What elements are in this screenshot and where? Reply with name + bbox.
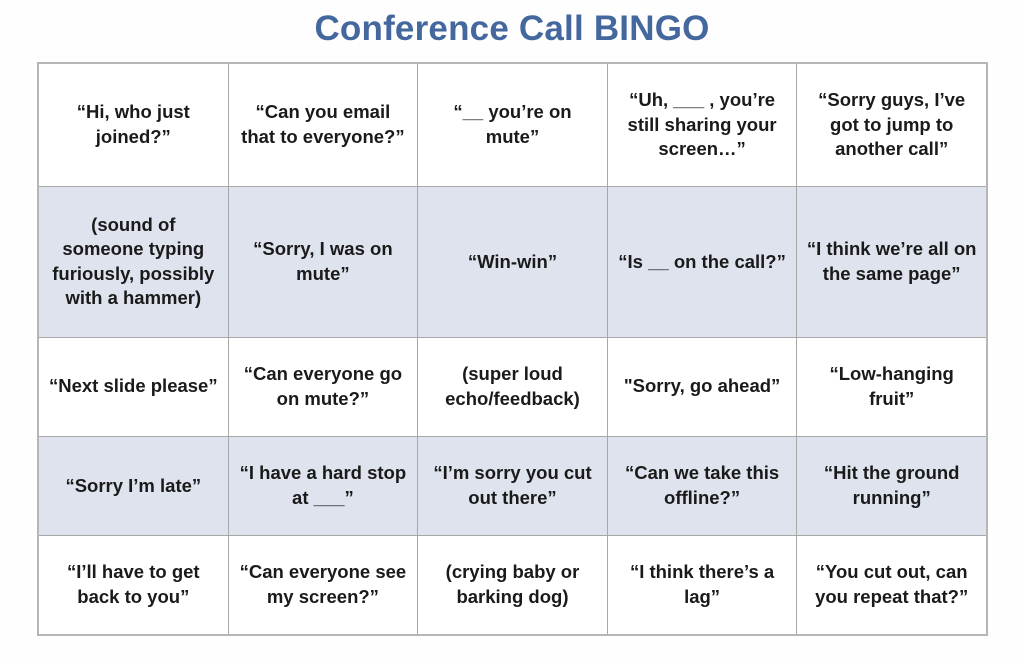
bingo-row-2: (sound of someone typing furiously, poss… — [39, 187, 986, 338]
bingo-cell-r5c2[interactable]: “Can everyone see my screen?” — [228, 535, 419, 634]
bingo-cell-r3c2[interactable]: “Can everyone go on mute?” — [228, 337, 419, 437]
bingo-cell-label: “I’ll have to get back to you” — [66, 561, 200, 607]
bingo-cell-r1c2[interactable]: “Can you email that to everyone?” — [228, 64, 419, 188]
bingo-cell-label: “Sorry I’m late” — [65, 474, 202, 496]
bingo-cell-label: “Low-hanging fruit” — [829, 363, 954, 409]
bingo-cell-r4c1[interactable]: “Sorry I’m late” — [39, 436, 229, 536]
bingo-cell-r1c1[interactable]: “Hi, who just joined?” — [39, 64, 229, 188]
bingo-cell-r4c5[interactable]: “Hit the ground running” — [797, 436, 986, 536]
bingo-cell-label: “Can everyone go on mute?” — [243, 363, 403, 409]
bingo-cell-label: “Can everyone see my screen?” — [239, 561, 407, 607]
bingo-cell-label: “Hi, who just joined?” — [76, 101, 190, 148]
page-title: Conference Call BINGO — [314, 9, 710, 48]
bingo-cell-r1c5[interactable]: “Sorry guys, I’ve got to jump to another… — [797, 64, 986, 188]
bingo-cell-label: “__ you’re on mute” — [453, 101, 572, 148]
bingo-cell-label: “Next slide please” — [48, 375, 218, 397]
bingo-row-1: “Hi, who just joined?” “Can you email th… — [39, 64, 986, 188]
bingo-cell-r1c3[interactable]: “__ you’re on mute” — [418, 64, 608, 188]
bingo-cell-r1c4[interactable]: “Uh, ___ , you’re still sharing your scr… — [607, 64, 798, 188]
bingo-cell-label: “Uh, ___ , you’re still sharing your scr… — [627, 89, 777, 160]
bingo-cell-r2c4[interactable]: “Is __ on the call?” — [607, 187, 798, 338]
bingo-cell-r2c5[interactable]: “I think we’re all on the same page” — [797, 187, 986, 338]
bingo-cell-r4c4[interactable]: “Can we take this offline?” — [607, 436, 798, 536]
bingo-cell-label: “I’m sorry you cut out there” — [433, 462, 592, 508]
bingo-cell-label: “Can you email that to everyone?” — [241, 101, 405, 148]
bingo-cell-r2c1[interactable]: (sound of someone typing furiously, poss… — [39, 187, 229, 338]
bingo-cell-label: “Win-win” — [467, 250, 558, 272]
bingo-cell-r4c3[interactable]: “I’m sorry you cut out there” — [418, 436, 608, 536]
bingo-cell-label: (super loud echo/feedback) — [445, 363, 580, 409]
bingo-cell-label: “You cut out, can you repeat that?” — [815, 561, 969, 607]
bingo-row-5: “I’ll have to get back to you” “Can ever… — [39, 535, 986, 634]
bingo-cell-r4c2[interactable]: “I have a hard stop at ___” — [228, 436, 419, 536]
bingo-cell-r5c3[interactable]: (crying baby or barking dog) — [418, 535, 608, 634]
bingo-cell-label: “Sorry, I was on mute” — [253, 238, 393, 284]
bingo-cell-r3c5[interactable]: “Low-hanging fruit” — [797, 337, 986, 437]
bingo-cell-label: “Sorry guys, I’ve got to jump to another… — [818, 89, 966, 160]
bingo-cell-r5c4[interactable]: “I think there’s a lag” — [607, 535, 798, 634]
bingo-cell-label: "Sorry, go ahead” — [623, 375, 781, 397]
bingo-grid: “Hi, who just joined?” “Can you email th… — [37, 62, 988, 636]
bingo-cell-label: “I think we’re all on the same page” — [806, 238, 977, 284]
bingo-row-3: “Next slide please” “Can everyone go on … — [39, 337, 986, 437]
bingo-row-4: “Sorry I’m late” “I have a hard stop at … — [39, 436, 986, 536]
bingo-cell-label: “Hit the ground running” — [823, 462, 960, 508]
bingo-cell-r5c5[interactable]: “You cut out, can you repeat that?” — [797, 535, 986, 634]
bingo-cell-label: (crying baby or barking dog) — [445, 561, 580, 607]
bingo-cell-r2c3[interactable]: “Win-win” — [418, 187, 608, 338]
bingo-cell-r3c1[interactable]: “Next slide please” — [39, 337, 229, 437]
bingo-cell-r3c4[interactable]: "Sorry, go ahead” — [607, 337, 798, 437]
bingo-cell-r5c1[interactable]: “I’ll have to get back to you” — [39, 535, 229, 634]
bingo-cell-label: “Is __ on the call?” — [618, 250, 786, 272]
bingo-cell-label: “I have a hard stop at ___” — [239, 462, 407, 508]
bingo-cell-label: (sound of someone typing furiously, poss… — [52, 213, 215, 309]
bingo-cell-label: “Can we take this offline?” — [624, 462, 780, 508]
bingo-cell-r2c2[interactable]: “Sorry, I was on mute” — [228, 187, 419, 338]
bingo-cell-label: “I think there’s a lag” — [629, 561, 775, 607]
bingo-card-page: Conference Call BINGO “Hi, who just join… — [0, 0, 1024, 663]
bingo-cell-r3c3[interactable]: (super loud echo/feedback) — [418, 337, 608, 437]
